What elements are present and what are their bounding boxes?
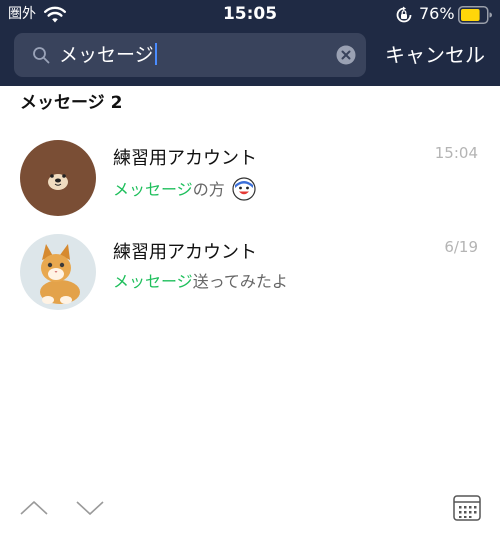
preview-text: の方	[192, 180, 225, 199]
clear-icon[interactable]	[336, 45, 356, 65]
chevron-down-icon[interactable]	[74, 496, 106, 520]
kitten-icon	[20, 234, 96, 310]
message-preview: メッセージ送ってみたよ	[113, 271, 288, 293]
rotation-lock-icon	[396, 6, 412, 23]
chevron-up-icon[interactable]	[18, 496, 50, 520]
status-bar: 圏外 15:05 76%	[0, 0, 500, 30]
avatar	[20, 234, 96, 310]
battery-icon	[458, 6, 492, 24]
sticker-icon	[232, 177, 256, 201]
search-query[interactable]: メッセージ	[59, 43, 157, 67]
battery-percent: 76%	[419, 4, 455, 23]
bottom-toolbar	[0, 488, 500, 542]
search-icon	[33, 47, 50, 64]
brown-bear-icon	[20, 140, 96, 216]
section-title: メッセージ 2	[20, 93, 123, 113]
avatar	[20, 140, 96, 216]
preview-text: 送ってみたよ	[192, 272, 288, 291]
chat-name: 練習用アカウント	[113, 148, 257, 169]
chat-name: 練習用アカウント	[113, 242, 257, 263]
search-header: 圏外 15:05 76% メッセージ キャンセル	[0, 0, 500, 86]
matched-text: メッセージ	[113, 272, 193, 291]
message-time: 15:04	[434, 144, 478, 162]
search-input[interactable]: メッセージ	[14, 33, 366, 77]
text-caret	[154, 43, 157, 65]
calendar-icon[interactable]	[452, 493, 482, 523]
cancel-button[interactable]: キャンセル	[376, 42, 494, 68]
message-result-row[interactable]: 練習用アカウント メッセージ送ってみたよ 6/19	[0, 234, 500, 322]
message-preview: メッセージの方	[113, 177, 256, 201]
matched-text: メッセージ	[113, 180, 193, 199]
message-time: 6/19	[444, 238, 478, 256]
message-result-row[interactable]: 練習用アカウント メッセージの方 15:04	[0, 140, 500, 228]
